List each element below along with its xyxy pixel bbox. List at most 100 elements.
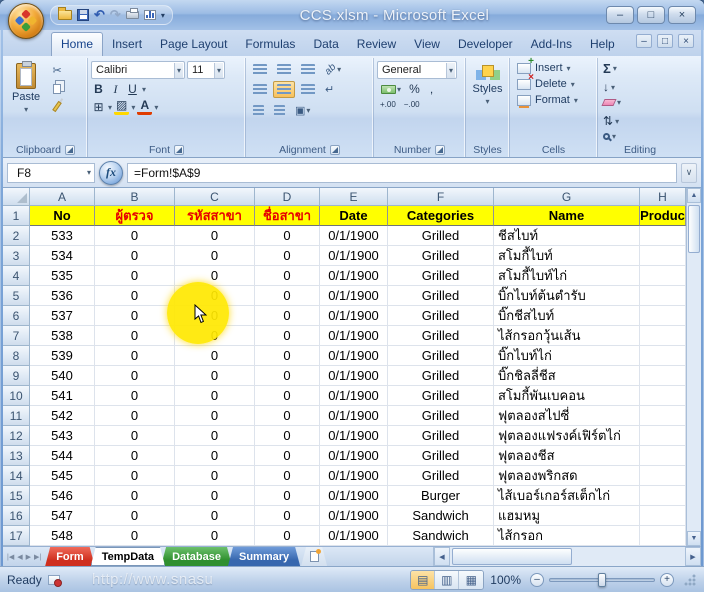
scroll-right-icon[interactable]: ▶	[685, 547, 701, 566]
row-header-3[interactable]: 3	[3, 246, 30, 266]
cell-H8[interactable]	[640, 346, 686, 366]
vertical-scroll-track[interactable]	[687, 203, 701, 531]
cell-G10[interactable]: สโมกี้พันเบคอน	[494, 386, 640, 406]
cell-D9[interactable]: 0	[255, 366, 320, 386]
cell-G15[interactable]: ไส้เบอร์เกอร์สเต็กไก่	[494, 486, 640, 506]
previous-sheet-icon[interactable]: ◀	[16, 551, 23, 563]
cell-H2[interactable]	[640, 226, 686, 246]
qat-customize-icon[interactable]: ▾	[161, 11, 165, 20]
cell-C10[interactable]: 0	[175, 386, 255, 406]
vertical-scroll-thumb[interactable]	[688, 205, 700, 253]
cell-C17[interactable]: 0	[175, 526, 255, 546]
insert-worksheet-tab[interactable]	[301, 547, 327, 566]
minimize-button[interactable]: –	[606, 6, 634, 24]
cell-B7[interactable]: 0	[95, 326, 175, 346]
first-sheet-icon[interactable]: |◀	[6, 551, 15, 563]
cell-G5[interactable]: บิ๊กไบท์ต้นตำรับ	[494, 286, 640, 306]
cell-B8[interactable]: 0	[95, 346, 175, 366]
cell-A11[interactable]: 542	[30, 406, 95, 426]
row-header-17[interactable]: 17	[3, 526, 30, 546]
align-right-button[interactable]	[297, 81, 319, 98]
row-header-4[interactable]: 4	[3, 266, 30, 286]
cell-F11[interactable]: Grilled	[388, 406, 494, 426]
copy-button[interactable]	[45, 80, 69, 97]
clipboard-dialog-launcher[interactable]	[65, 145, 75, 155]
cell-B14[interactable]: 0	[95, 466, 175, 486]
cell-E15[interactable]: 0/1/1900	[320, 486, 388, 506]
cell-F17[interactable]: Sandwich	[388, 526, 494, 546]
cell-G9[interactable]: บิ๊กชิลลี่ชีส	[494, 366, 640, 386]
zoom-in-button[interactable]: +	[660, 573, 674, 587]
row-header-10[interactable]: 10	[3, 386, 30, 406]
ribbon-tab-review[interactable]: Review	[348, 33, 405, 56]
row-header-11[interactable]: 11	[3, 406, 30, 426]
cell-E14[interactable]: 0/1/1900	[320, 466, 388, 486]
cell-F12[interactable]: Grilled	[388, 426, 494, 446]
cell-C12[interactable]: 0	[175, 426, 255, 446]
cell-A4[interactable]: 535	[30, 266, 95, 286]
cell-E12[interactable]: 0/1/1900	[320, 426, 388, 446]
cell-C16[interactable]: 0	[175, 506, 255, 526]
cell-F5[interactable]: Grilled	[388, 286, 494, 306]
cut-button[interactable]: ✂	[45, 62, 69, 79]
cell-G2[interactable]: ชีสไบท์	[494, 226, 640, 246]
last-sheet-icon[interactable]: ▶|	[33, 551, 42, 563]
next-sheet-icon[interactable]: ▶	[25, 551, 32, 563]
cell-H6[interactable]	[640, 306, 686, 326]
cell-H4[interactable]	[640, 266, 686, 286]
cell-H7[interactable]	[640, 326, 686, 346]
zoom-slider-handle[interactable]	[598, 573, 606, 587]
row-header-6[interactable]: 6	[3, 306, 30, 326]
autosum-button[interactable]: Σ▾	[601, 60, 679, 77]
number-format-select[interactable]: General ▾	[377, 61, 457, 79]
underline-options-icon[interactable]: ▾	[142, 85, 146, 94]
open-icon[interactable]	[58, 8, 72, 22]
cell-A7[interactable]: 538	[30, 326, 95, 346]
cell-E6[interactable]: 0/1/1900	[320, 306, 388, 326]
cell-A14[interactable]: 545	[30, 466, 95, 486]
cell-E17[interactable]: 0/1/1900	[320, 526, 388, 546]
cell-E3[interactable]: 0/1/1900	[320, 246, 388, 266]
cell-A10[interactable]: 541	[30, 386, 95, 406]
cell-E8[interactable]: 0/1/1900	[320, 346, 388, 366]
vertical-scrollbar[interactable]: ▲ ▼	[686, 188, 701, 546]
sheet-tab-database[interactable]: Database	[161, 547, 232, 566]
column-header-C[interactable]: C	[175, 188, 255, 206]
font-color-button[interactable]: A	[137, 99, 152, 115]
row-header-5[interactable]: 5	[3, 286, 30, 306]
cell-G8[interactable]: บิ๊กไบท์ไก่	[494, 346, 640, 366]
comma-style-button[interactable]: ,	[424, 81, 439, 97]
cell-G11[interactable]: ฟุตลองสไปซี่	[494, 406, 640, 426]
cell-B10[interactable]: 0	[95, 386, 175, 406]
maximize-button[interactable]: □	[637, 6, 665, 24]
row-header-1[interactable]: 1	[3, 206, 30, 226]
macro-record-icon[interactable]	[48, 575, 60, 585]
row-header-8[interactable]: 8	[3, 346, 30, 366]
cell-E5[interactable]: 0/1/1900	[320, 286, 388, 306]
fill-color-button[interactable]: ▨	[114, 99, 129, 115]
clear-button[interactable]: ▾	[601, 97, 679, 108]
normal-view-button[interactable]: ▤	[411, 571, 435, 589]
workbook-close-button[interactable]: ×	[678, 34, 694, 48]
align-bottom-button[interactable]	[297, 61, 319, 78]
cell-A15[interactable]: 546	[30, 486, 95, 506]
office-button[interactable]	[8, 3, 44, 39]
formula-input[interactable]: =Form!$A$9	[127, 163, 677, 183]
cell-C2[interactable]: 0	[175, 226, 255, 246]
cell-H10[interactable]	[640, 386, 686, 406]
cell-E10[interactable]: 0/1/1900	[320, 386, 388, 406]
select-all-button[interactable]	[3, 188, 30, 206]
cell-F16[interactable]: Sandwich	[388, 506, 494, 526]
row-header-15[interactable]: 15	[3, 486, 30, 506]
cell-F4[interactable]: Grilled	[388, 266, 494, 286]
cell-D12[interactable]: 0	[255, 426, 320, 446]
cell-F14[interactable]: Grilled	[388, 466, 494, 486]
column-header-B[interactable]: B	[95, 188, 175, 206]
align-middle-button[interactable]	[273, 61, 295, 78]
sheet-tab-summary[interactable]: Summary	[228, 547, 300, 566]
row-header-2[interactable]: 2	[3, 226, 30, 246]
page-break-view-button[interactable]: ▦	[459, 571, 483, 589]
insert-function-button[interactable]: fx	[99, 161, 123, 185]
cell-A8[interactable]: 539	[30, 346, 95, 366]
cell-F6[interactable]: Grilled	[388, 306, 494, 326]
